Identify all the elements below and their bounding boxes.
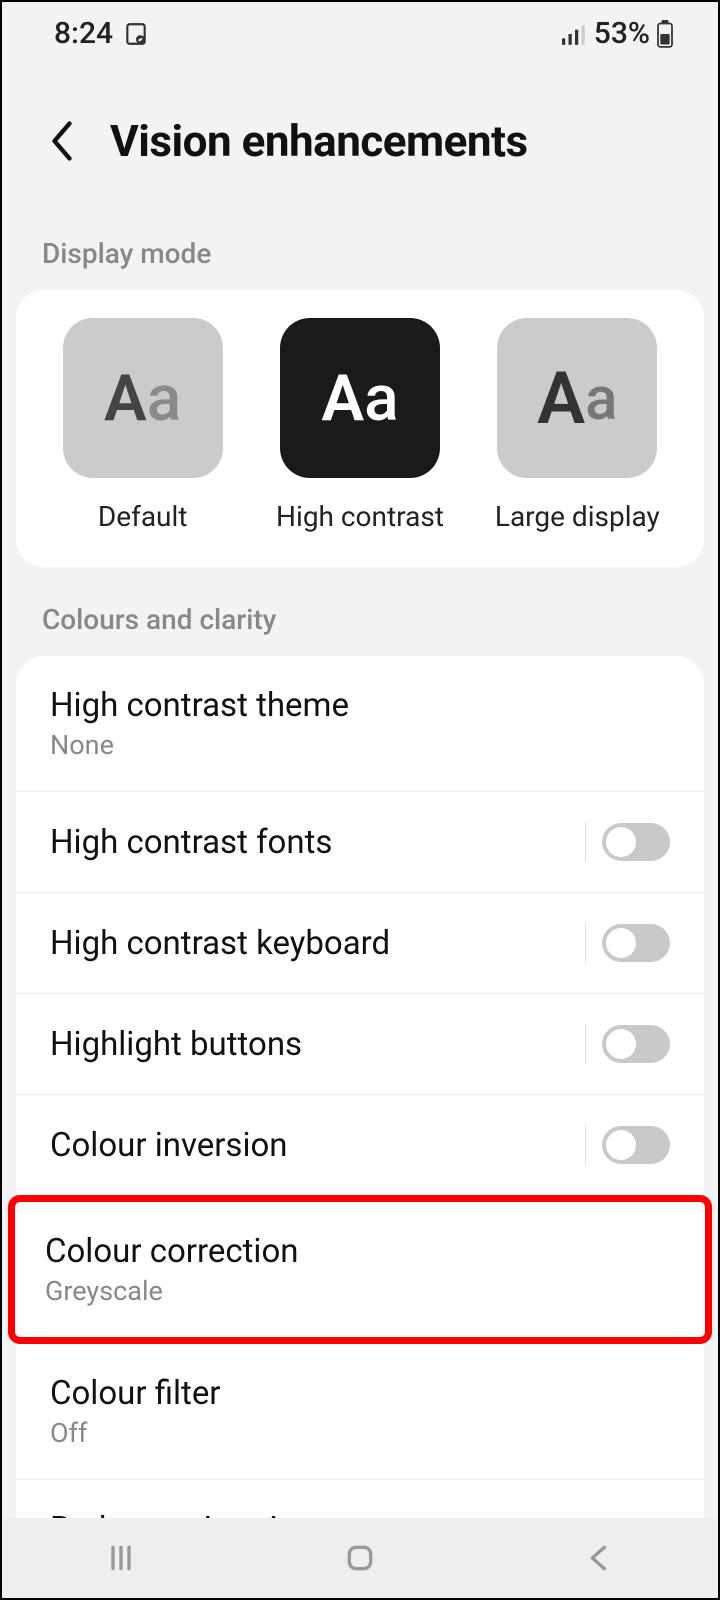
signal-icon — [562, 23, 588, 45]
page-title: Vision enhancements — [110, 115, 528, 167]
nav-recents-button[interactable] — [91, 1538, 151, 1578]
divider — [585, 1125, 586, 1165]
setting-title: High contrast theme — [50, 686, 349, 725]
setting-colour-filter[interactable]: Colour filter Off — [16, 1344, 704, 1479]
display-mode-high-contrast-tile: Aa — [280, 318, 440, 478]
setting-title: High contrast fonts — [50, 823, 332, 862]
recents-icon — [105, 1542, 137, 1574]
display-mode-default[interactable]: Aa Default — [44, 318, 241, 533]
toggle-high-contrast-fonts[interactable] — [602, 823, 670, 861]
setting-high-contrast-fonts[interactable]: High contrast fonts — [16, 791, 704, 892]
status-bar: 8:24 53% — [2, 2, 718, 51]
setting-sub: None — [50, 729, 349, 761]
setting-title: Highlight buttons — [50, 1025, 302, 1064]
back-icon — [583, 1542, 615, 1574]
divider — [585, 923, 586, 963]
display-mode-default-tile: Aa — [63, 318, 223, 478]
highlight-annotation: Colour correction Greyscale — [8, 1195, 712, 1344]
display-mode-panel: Aa Default Aa High contrast Aa Large dis… — [16, 290, 704, 567]
notification-icon — [123, 21, 149, 47]
divider — [585, 1024, 586, 1064]
nav-home-button[interactable] — [330, 1538, 390, 1578]
page-header: Vision enhancements — [2, 51, 718, 237]
setting-high-contrast-theme[interactable]: High contrast theme None — [16, 656, 704, 791]
status-battery-text: 53% — [594, 16, 650, 51]
display-mode-large-display-label: Large display — [495, 500, 660, 533]
toggle-colour-inversion[interactable] — [602, 1126, 670, 1164]
setting-highlight-buttons[interactable]: Highlight buttons — [16, 993, 704, 1094]
display-mode-high-contrast-label: High contrast — [276, 500, 444, 533]
battery-icon — [656, 20, 674, 48]
status-right: 53% — [562, 16, 674, 51]
setting-title: High contrast keyboard — [50, 924, 390, 963]
setting-high-contrast-keyboard[interactable]: High contrast keyboard — [16, 892, 704, 993]
divider — [585, 822, 586, 862]
setting-title: Colour inversion — [50, 1126, 288, 1165]
setting-title: Colour filter — [50, 1374, 221, 1413]
display-mode-large-display[interactable]: Aa Large display — [479, 318, 676, 533]
status-time: 8:24 — [54, 16, 113, 51]
display-mode-default-label: Default — [98, 500, 188, 533]
section-display-mode-label: Display mode — [2, 237, 718, 290]
toggle-highlight-buttons[interactable] — [602, 1025, 670, 1063]
settings-list: High contrast theme None High contrast f… — [16, 656, 704, 1195]
status-left: 8:24 — [54, 16, 149, 51]
display-mode-large-display-tile: Aa — [497, 318, 657, 478]
setting-title: Colour correction — [45, 1232, 299, 1271]
setting-colour-correction[interactable]: Colour correction Greyscale — [15, 1202, 705, 1337]
setting-sub: Off — [50, 1417, 221, 1449]
display-mode-high-contrast[interactable]: Aa High contrast — [261, 318, 458, 533]
chevron-left-icon — [48, 121, 76, 161]
nav-back-button[interactable] — [569, 1538, 629, 1578]
section-colours-label: Colours and clarity — [2, 567, 718, 656]
setting-sub: Greyscale — [45, 1275, 299, 1307]
back-button[interactable] — [42, 121, 82, 161]
home-icon — [344, 1542, 376, 1574]
navigation-bar — [2, 1518, 718, 1598]
toggle-high-contrast-keyboard[interactable] — [602, 924, 670, 962]
setting-colour-inversion[interactable]: Colour inversion — [16, 1094, 704, 1195]
